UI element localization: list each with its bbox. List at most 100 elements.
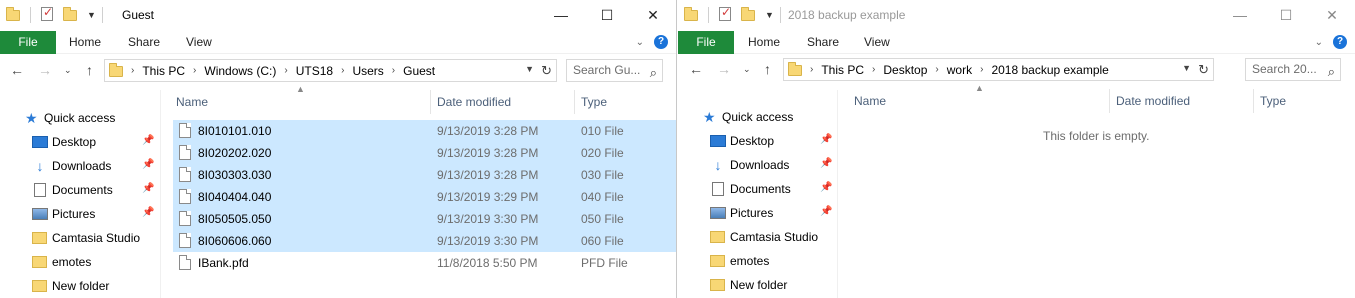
column-header-type[interactable]: Type — [581, 90, 607, 114]
back-arrow-icon[interactable]: ← — [10, 62, 24, 78]
close-button[interactable]: ✕ — [630, 0, 676, 30]
nav-item-camtasia-studio[interactable]: Camtasia Studio — [0, 226, 158, 250]
folder-icon — [32, 280, 47, 292]
minimize-button[interactable]: — — [538, 0, 584, 30]
tab-view[interactable]: View — [864, 31, 890, 54]
nav-label: Pictures — [730, 206, 774, 220]
nav-item-camtasia-studio[interactable]: Camtasia Studio — [678, 225, 836, 249]
folder-icon — [710, 231, 725, 243]
new-folder-icon[interactable] — [741, 7, 757, 23]
file-icon — [179, 211, 191, 226]
file-date: 11/8/2018 5:50 PM — [437, 256, 538, 270]
pictures-icon — [32, 208, 48, 220]
address-history-chevron-icon[interactable]: ▼ — [1182, 63, 1191, 73]
breadcrumb-desktop[interactable]: Desktop — [883, 63, 927, 77]
properties-icon[interactable] — [39, 5, 55, 23]
address-history-chevron-icon[interactable]: ▼ — [525, 64, 534, 74]
nav-item-desktop[interactable]: Desktop 📌 — [0, 130, 158, 154]
nav-item-downloads[interactable]: ↓ Downloads 📌 — [678, 153, 836, 177]
breadcrumb-2018-backup-example[interactable]: 2018 backup example — [991, 63, 1108, 77]
address-bar[interactable]: › This PC › Desktop › work › 2018 backup… — [783, 58, 1214, 81]
recent-locations-chevron-icon[interactable]: ⌄ — [64, 65, 72, 76]
breadcrumb-this-pc[interactable]: This PC — [821, 63, 864, 77]
customize-toolbar-chevron-icon[interactable]: ▼ — [765, 10, 774, 20]
nav-item-desktop[interactable]: Desktop 📌 — [678, 129, 836, 153]
up-arrow-icon[interactable]: ↑ — [86, 62, 93, 78]
pane-splitter[interactable] — [160, 90, 161, 298]
tab-share[interactable]: Share — [807, 31, 839, 54]
help-icon[interactable]: ? — [654, 35, 668, 49]
folder-icon — [109, 63, 123, 77]
file-row-8i010101[interactable]: 8I010101.010 9/13/2019 3:28 PM 010 File — [173, 120, 676, 142]
folder-icon — [32, 232, 47, 244]
new-folder-icon[interactable] — [63, 7, 79, 23]
tab-home[interactable]: Home — [69, 31, 101, 54]
nav-item-new-folder[interactable]: New folder — [678, 273, 836, 297]
tab-share[interactable]: Share — [128, 31, 160, 54]
forward-arrow-icon[interactable]: → — [717, 61, 731, 77]
file-list: ▲ Name Date modified Type This folder is… — [850, 83, 1355, 297]
nav-item-pictures[interactable]: Pictures 📌 — [0, 202, 158, 226]
tab-home[interactable]: Home — [748, 31, 780, 54]
file-row-8i030303[interactable]: 8I030303.030 9/13/2019 3:28 PM 030 File — [173, 164, 676, 186]
empty-folder-message: This folder is empty. — [1043, 129, 1150, 143]
breadcrumb-users[interactable]: Users — [352, 64, 383, 78]
column-header-date-modified[interactable]: Date modified — [1116, 89, 1190, 113]
file-row-8i050505[interactable]: 8I050505.050 9/13/2019 3:30 PM 050 File — [173, 208, 676, 230]
file-row-8i040404[interactable]: 8I040404.040 9/13/2019 3:29 PM 040 File — [173, 186, 676, 208]
nav-item-emotes[interactable]: emotes — [678, 249, 836, 273]
search-input[interactable]: Search Gu... ⌕ — [566, 59, 663, 82]
tab-file[interactable]: File — [0, 31, 56, 54]
maximize-button[interactable]: ☐ — [1263, 0, 1309, 30]
nav-item-downloads[interactable]: ↓ Downloads 📌 — [0, 154, 158, 178]
customize-toolbar-chevron-icon[interactable]: ▼ — [87, 10, 96, 20]
breadcrumb-guest[interactable]: Guest — [403, 64, 435, 78]
quick-access-toolbar: ▼ — [6, 5, 111, 23]
breadcrumb-windows-c[interactable]: Windows (C:) — [204, 64, 276, 78]
file-icon — [179, 145, 191, 160]
search-input[interactable]: Search 20... ⌕ — [1245, 58, 1341, 81]
pin-icon: 📌 — [820, 182, 833, 193]
nav-item-emotes[interactable]: emotes — [0, 250, 158, 274]
recent-locations-chevron-icon[interactable]: ⌄ — [743, 64, 751, 75]
refresh-icon[interactable]: ↻ — [1198, 62, 1209, 78]
nav-item-new-folder[interactable]: New folder — [0, 274, 158, 298]
expand-ribbon-chevron-icon[interactable]: ⌄ — [1315, 37, 1323, 48]
column-header-type[interactable]: Type — [1260, 89, 1286, 113]
folder-icon — [710, 279, 725, 291]
tab-file[interactable]: File — [678, 31, 734, 54]
up-arrow-icon[interactable]: ↑ — [764, 61, 771, 77]
file-icon — [179, 167, 191, 182]
minimize-button[interactable]: — — [1217, 0, 1263, 30]
star-icon: ★ — [703, 109, 716, 125]
maximize-button[interactable]: ☐ — [584, 0, 630, 30]
breadcrumb-uts18[interactable]: UTS18 — [296, 64, 333, 78]
file-row-ibank-pfd[interactable]: IBank.pfd 11/8/2018 5:50 PM PFD File — [173, 252, 676, 274]
nav-quick-access[interactable]: ★ Quick access — [678, 105, 836, 129]
address-bar[interactable]: › This PC › Windows (C:) › UTS18 › Users… — [104, 59, 557, 82]
file-name: 8I030303.030 — [198, 168, 272, 182]
column-header-date-modified[interactable]: Date modified — [437, 90, 511, 114]
properties-icon[interactable] — [717, 5, 733, 23]
search-icon: ⌕ — [1327, 64, 1335, 79]
title-bar: ▼ Guest — ☐ ✕ — [0, 0, 676, 31]
nav-item-documents[interactable]: Documents 📌 — [0, 178, 158, 202]
breadcrumb-this-pc[interactable]: This PC — [142, 64, 185, 78]
expand-ribbon-chevron-icon[interactable]: ⌄ — [636, 37, 644, 48]
search-icon: ⌕ — [649, 65, 657, 80]
column-header-name[interactable]: Name — [176, 90, 208, 114]
nav-item-pictures[interactable]: Pictures 📌 — [678, 201, 836, 225]
breadcrumb-work[interactable]: work — [947, 63, 972, 77]
forward-arrow-icon[interactable]: → — [38, 62, 52, 78]
close-button[interactable]: ✕ — [1309, 0, 1355, 30]
column-header-name[interactable]: Name — [854, 89, 886, 113]
file-row-8i020202[interactable]: 8I020202.020 9/13/2019 3:28 PM 020 File — [173, 142, 676, 164]
refresh-icon[interactable]: ↻ — [541, 63, 552, 79]
nav-quick-access[interactable]: ★ Quick access — [0, 106, 158, 130]
help-icon[interactable]: ? — [1333, 35, 1347, 49]
quick-access-toolbar: ▼ — [684, 5, 789, 23]
pane-splitter[interactable] — [837, 90, 838, 298]
back-arrow-icon[interactable]: ← — [689, 61, 703, 77]
nav-item-documents[interactable]: Documents 📌 — [678, 177, 836, 201]
tab-view[interactable]: View — [186, 31, 212, 54]
